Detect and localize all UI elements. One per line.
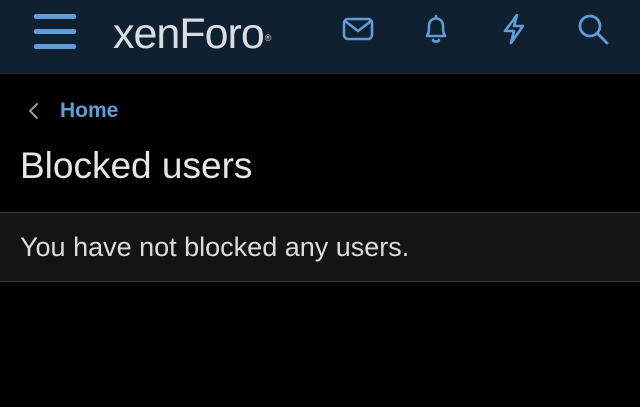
- logo-text: xenForo: [113, 10, 265, 58]
- message-block: You have not blocked any users.: [0, 212, 640, 282]
- lightning-bolt-icon[interactable]: [497, 12, 531, 46]
- app-header: xenForo®: [0, 0, 640, 74]
- page-title: Blocked users: [20, 145, 253, 186]
- bell-icon[interactable]: [419, 12, 453, 46]
- hamburger-menu-icon[interactable]: [32, 12, 78, 52]
- site-logo[interactable]: xenForo®: [113, 10, 272, 58]
- breadcrumb-home-link[interactable]: Home: [60, 99, 118, 123]
- breadcrumb: Home: [26, 96, 118, 126]
- envelope-icon[interactable]: [341, 12, 375, 46]
- empty-state-message: You have not blocked any users.: [20, 232, 410, 262]
- chevron-left-icon[interactable]: [26, 102, 42, 120]
- search-icon[interactable]: [576, 12, 610, 46]
- registered-mark: ®: [264, 33, 272, 43]
